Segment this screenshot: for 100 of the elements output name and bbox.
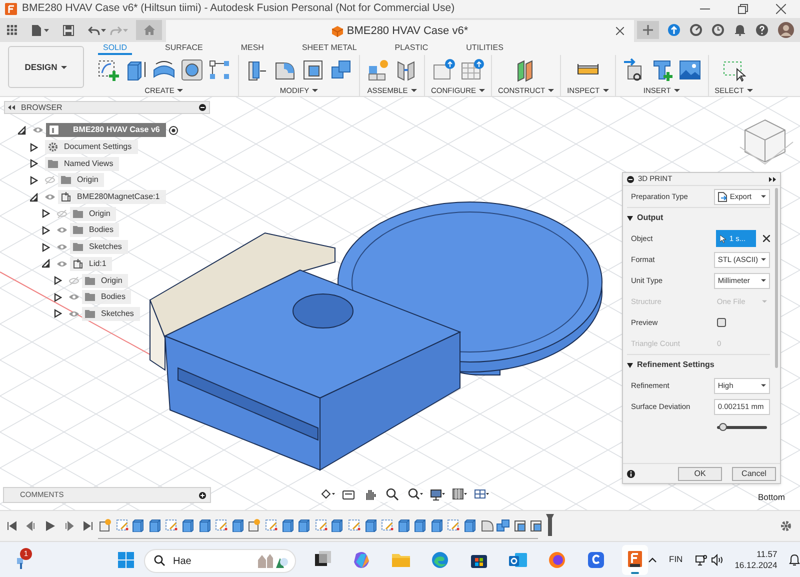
avatar-icon[interactable] [778,22,794,38]
chevron-up-icon[interactable] [648,556,657,562]
expanded-triangle-icon[interactable] [42,259,50,268]
dialog-button[interactable]: OK [678,466,722,480]
orbit-icon[interactable] [320,488,335,500]
shell-icon[interactable] [301,58,325,82]
sketch-feature-icon[interactable] [346,518,361,532]
sketch-feature-icon[interactable] [214,518,228,532]
clock-time[interactable]: 11.57 [756,548,778,560]
eye-icon[interactable] [69,310,79,318]
close-icon[interactable] [776,4,786,14]
viewports-icon[interactable] [474,488,489,500]
expanded-triangle-icon[interactable] [30,192,38,202]
pattern-icon[interactable] [208,58,232,82]
new-tab-button[interactable] [637,21,659,39]
step-back-icon[interactable] [26,521,36,531]
timeline-marker-icon[interactable] [546,514,554,536]
collapsed-triangle-icon[interactable] [42,242,50,252]
eye-icon[interactable] [57,260,67,268]
collapsed-triangle-icon[interactable] [54,309,62,318]
display-icon[interactable] [430,488,445,500]
document-tab[interactable]: BME280 HVAV Case v6* [166,20,634,42]
table-icon[interactable] [460,58,484,82]
fillet-feature-icon[interactable] [480,518,494,532]
sketch-feature-icon[interactable] [380,518,394,532]
zoom-icon[interactable] [386,488,401,500]
extrude-feature-icon[interactable] [364,518,378,532]
minimize-icon[interactable] [199,104,206,111]
sketch-feature-icon[interactable] [314,518,328,532]
network-icon[interactable] [694,554,707,566]
collapsed-triangle-icon[interactable] [54,276,62,286]
new-component-icon[interactable] [366,58,390,82]
search-field[interactable]: Hae [144,549,296,573]
ribbon-tab[interactable]: PLASTIC [390,42,434,55]
collapsed-triangle-icon[interactable] [30,142,38,152]
collapsed-triangle-icon[interactable] [42,209,50,218]
clock-icon[interactable] [712,24,724,36]
clear-icon[interactable] [763,235,770,242]
tree-item[interactable]: Origin [82,274,128,288]
tree-item[interactable]: Origin [58,173,104,188]
settings-icon[interactable] [780,520,792,532]
ribbon-tab[interactable]: SOLID [98,42,132,55]
tree-item[interactable]: Bodies [70,223,120,238]
combine-feature-icon[interactable] [496,518,510,532]
tree-item[interactable]: Lid:1 [70,256,112,271]
configure-icon[interactable] [432,58,456,82]
extrude-feature-icon[interactable] [297,518,312,532]
zoom-window-icon[interactable] [408,488,423,500]
hole-icon[interactable] [180,58,204,82]
extrude-feature-icon[interactable] [148,518,162,532]
tree-item[interactable]: BME280MagnetCase:1 [58,190,166,204]
play-icon[interactable] [45,521,55,531]
tree-item[interactable]: Sketches [70,240,128,254]
extrude-feature-icon[interactable] [198,518,212,532]
collapsed-triangle-icon[interactable] [30,159,38,168]
eye-icon[interactable] [69,293,79,302]
extrude-feature-icon[interactable] [430,518,444,532]
ribbon-tab[interactable]: SURFACE [160,42,208,55]
bell-icon[interactable] [789,554,800,566]
add-icon[interactable] [199,492,206,498]
file-icon[interactable] [31,24,49,36]
extrude-feature-icon[interactable] [413,518,428,532]
sketch-feature-icon[interactable] [114,518,129,532]
section-header[interactable]: Output [627,207,770,228]
close-icon[interactable] [616,27,624,35]
eye-icon[interactable] [57,226,67,234]
extrude-feature-icon[interactable] [230,518,245,532]
checkbox[interactable] [717,318,726,327]
extrude-feature-icon[interactable] [180,518,195,532]
help-icon[interactable] [756,24,768,36]
skip-end-icon[interactable] [83,521,93,531]
slider-thumb[interactable] [719,423,728,431]
minimize-icon[interactable] [627,176,634,182]
shell-feature-icon[interactable] [512,518,527,532]
component-feature-icon[interactable] [247,518,262,532]
extrude-feature-icon[interactable] [463,518,478,532]
eye-icon[interactable] [33,126,43,134]
dialog-button[interactable]: Cancel [732,466,776,480]
skip-start-icon[interactable] [7,521,17,531]
shell-feature-icon[interactable] [529,518,544,532]
clock-date[interactable]: 16.12.2024 [734,560,778,570]
sketch-feature-icon[interactable] [264,518,278,532]
taskbar-app[interactable] [622,544,648,574]
sketch-feature-icon[interactable] [446,518,460,532]
eye-icon[interactable] [57,243,67,252]
info-icon[interactable] [627,470,635,478]
ribbon-tab[interactable]: SHEET METAL [296,42,362,55]
app-grid-icon[interactable] [7,25,17,35]
tree-item[interactable]: Document Settings [45,140,138,154]
tree-item[interactable]: Origin [70,206,116,221]
sketch-icon[interactable] [96,58,120,82]
image-icon[interactable] [678,58,702,82]
step-forward-icon[interactable] [64,521,74,531]
collapsed-triangle-icon[interactable] [30,176,38,185]
restore-icon[interactable] [738,4,748,14]
save-icon[interactable] [63,24,74,36]
tree-item[interactable]: Sketches [82,306,140,321]
windows-logo-icon[interactable] [118,552,134,568]
grid-icon[interactable] [452,488,467,500]
expand-icon[interactable] [769,176,776,182]
